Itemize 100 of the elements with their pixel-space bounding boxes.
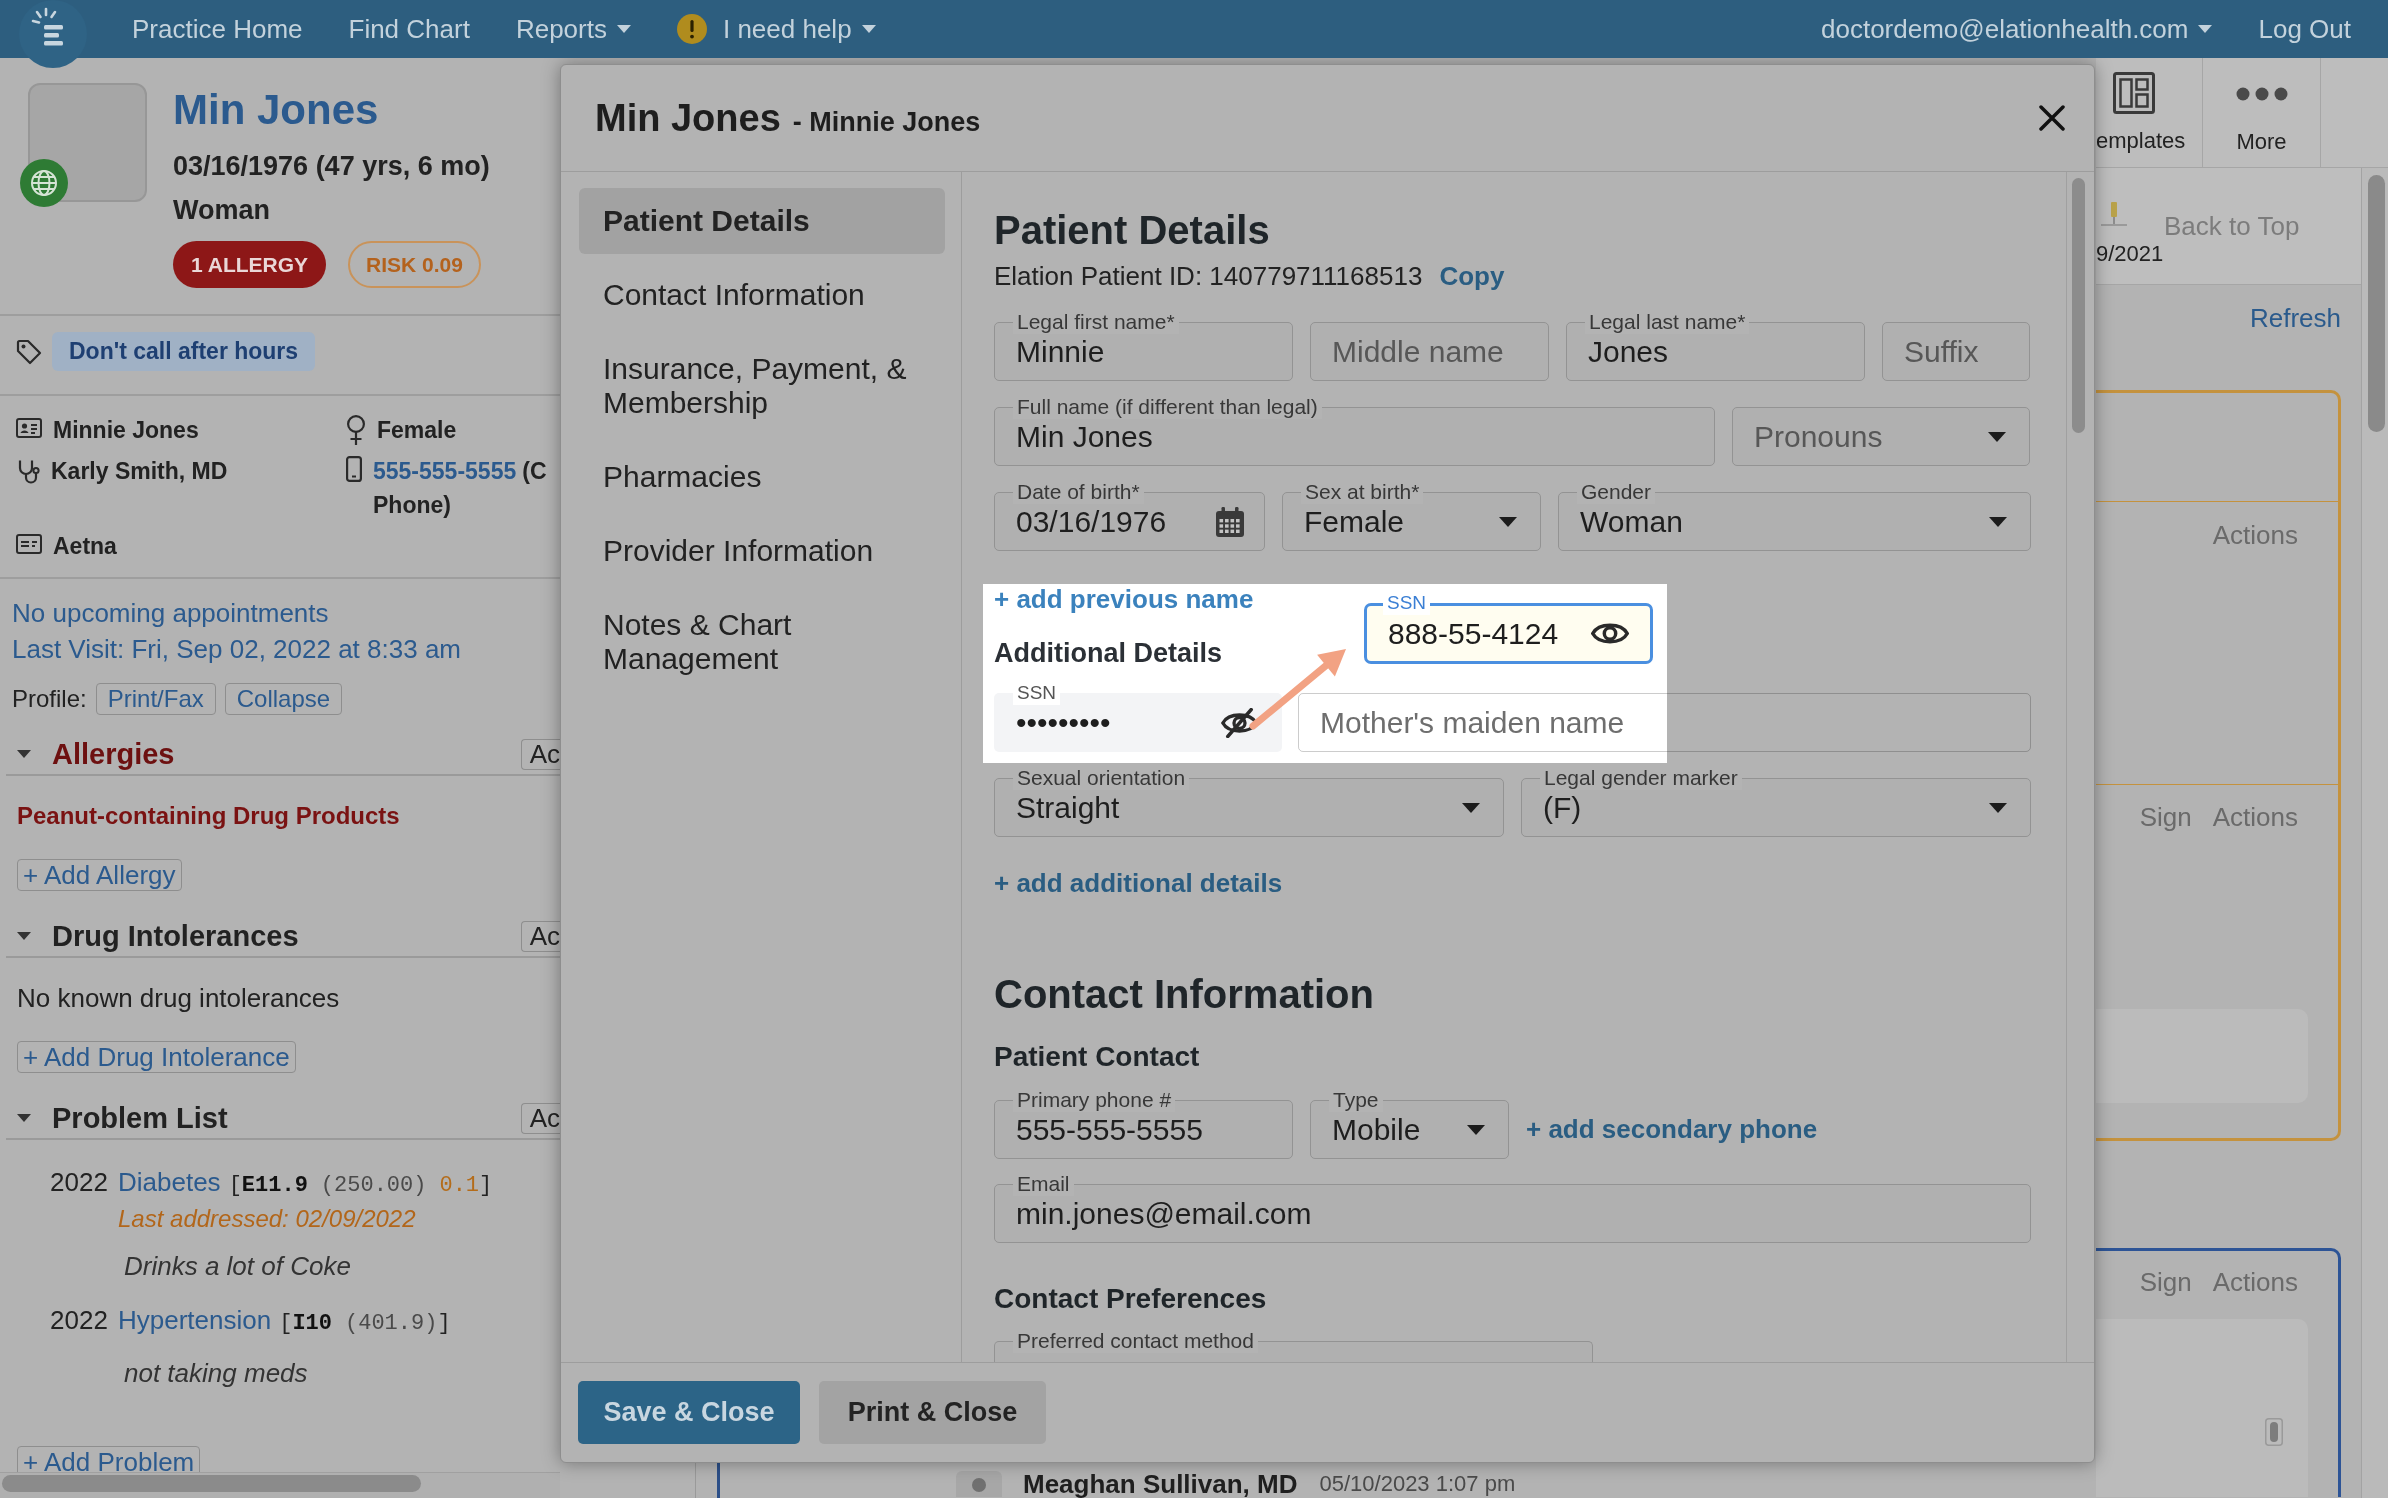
add-button[interactable]: + Add Allergy bbox=[17, 859, 182, 891]
card-action-link[interactable]: Actions bbox=[2212, 517, 2298, 553]
vertical-scrollbar[interactable] bbox=[2361, 168, 2388, 1498]
card-action-link[interactable]: Actions bbox=[2212, 799, 2298, 835]
dropdown-field[interactable]: Sex at birth* Female bbox=[1282, 480, 1541, 551]
account-menu[interactable]: doctordemo@elationhealth.com bbox=[1821, 13, 2213, 45]
layout-icon bbox=[2113, 71, 2155, 114]
phone-type-text: Phone) bbox=[373, 491, 452, 520]
card-action-link[interactable]: Actions bbox=[2212, 1264, 2298, 1300]
subsection-heading: Contact Preferences bbox=[994, 1282, 1267, 1316]
dialog-nav-item[interactable]: Patient Details bbox=[579, 188, 945, 254]
nav-link[interactable]: Practice Home bbox=[132, 13, 303, 45]
section-heading: Contact Information bbox=[994, 971, 1374, 1018]
caret-icon bbox=[1467, 1124, 1485, 1135]
warning-icon bbox=[676, 14, 707, 44]
last-visit-link[interactable]: Last Visit: Fri, Sep 02, 2022 at 8:33 am bbox=[12, 631, 461, 667]
dialog-nav-item[interactable]: Pharmacies bbox=[579, 444, 945, 510]
section-title: Problem List bbox=[52, 1101, 228, 1135]
profile-button[interactable]: Print/Fax bbox=[95, 683, 216, 715]
refresh-link[interactable]: Refresh bbox=[2249, 300, 2341, 336]
card-icon bbox=[16, 534, 42, 554]
birth-date-text: 03/16/1976 (47 yrs, 6 mo) bbox=[173, 150, 490, 183]
tag-icon bbox=[16, 338, 42, 365]
id-card-icon bbox=[16, 418, 42, 438]
dropdown-field[interactable]: Legal gender marker (F) bbox=[1521, 766, 2031, 837]
caret-icon bbox=[1499, 516, 1517, 527]
add-details-link[interactable]: + add additional details bbox=[994, 868, 1283, 898]
dropdown-field[interactable]: Type Mobile bbox=[1310, 1088, 1509, 1159]
logout-link[interactable]: Log Out bbox=[2258, 13, 2351, 45]
add-previous-name-link[interactable]: + add previous name bbox=[994, 584, 1254, 614]
date-field[interactable]: Date of birth* 03/16/1976 bbox=[994, 480, 1265, 551]
legal-name-text: Minnie Jones bbox=[53, 416, 199, 445]
text-field[interactable]: Primary phone # 555-555-5555 bbox=[994, 1088, 1293, 1159]
text-field[interactable]: Legal last name* Jones bbox=[1566, 310, 1865, 381]
risk-score-badge: RISK 0.09 bbox=[348, 241, 481, 288]
phone-link[interactable]: 555-555-5555 bbox=[373, 458, 517, 484]
text-field[interactable]: Full name (if different than legal) Min Jones bbox=[994, 395, 1715, 466]
female-symbol-icon bbox=[346, 415, 366, 445]
diagnosis-code: [I10 (401.9)] bbox=[279, 1310, 451, 1338]
profile-label: Profile: bbox=[12, 685, 87, 713]
save-close-button[interactable]: Save & Close bbox=[578, 1381, 800, 1444]
patient-tag: Don't call after hours bbox=[52, 332, 316, 371]
section-title: Drug Intolerances bbox=[52, 919, 299, 953]
scrollbar-thumb[interactable] bbox=[2, 1475, 421, 1492]
dropdown-field[interactable]: Sexual orientation Straight bbox=[994, 766, 1504, 837]
text-field[interactable]: Middle name bbox=[1310, 310, 1549, 381]
text-field[interactable]: Legal first name* Minnie bbox=[994, 310, 1293, 381]
calendar-icon bbox=[1215, 506, 1245, 537]
dialog-nav-item[interactable]: Notes & Chart Management bbox=[579, 592, 945, 692]
caret-icon bbox=[1988, 431, 2006, 442]
caret-icon bbox=[616, 25, 631, 33]
allergy-text: Peanut-containing Drug Products bbox=[17, 801, 400, 831]
scrollbar-thumb[interactable] bbox=[2368, 175, 2385, 432]
author-name: Meaghan Sullivan, MD bbox=[1023, 1471, 1298, 1497]
last-addressed-text: Last addressed: 02/09/2022 bbox=[118, 1204, 416, 1234]
sex-text: Female bbox=[377, 416, 457, 445]
problem-link[interactable]: Diabetes bbox=[118, 1164, 221, 1200]
dropdown-field[interactable]: Pronouns bbox=[1732, 395, 2030, 466]
stethoscope-icon bbox=[16, 459, 40, 485]
appointments-link[interactable]: No upcoming appointments bbox=[12, 595, 329, 631]
problem-note: Drinks a lot of Coke bbox=[124, 1250, 351, 1283]
nav-link[interactable]: I need help bbox=[676, 13, 876, 45]
dropdown-field[interactable]: Gender Woman bbox=[1558, 480, 2031, 551]
problem-note: not taking meds bbox=[124, 1357, 308, 1390]
card-action-link[interactable]: Sign bbox=[2139, 1264, 2192, 1300]
globe-icon bbox=[20, 159, 68, 207]
card-action-link[interactable]: Sign bbox=[2139, 799, 2192, 835]
ssn-field[interactable]: SSN 888-55-4124 bbox=[1364, 591, 1653, 664]
dialog-nav-item[interactable]: Provider Information bbox=[579, 518, 945, 584]
close-icon bbox=[2039, 105, 2065, 131]
text-field[interactable]: Mother's maiden name bbox=[1298, 681, 2031, 752]
dialog-nav-item[interactable]: Insurance, Payment, & Membership bbox=[579, 336, 945, 436]
nav-link[interactable]: Reports bbox=[515, 13, 631, 45]
diagnosis-code: [E11.9 (250.00) 0.1] bbox=[228, 1172, 493, 1200]
profile-button[interactable]: Collapse bbox=[224, 683, 343, 715]
scrollbar-thumb[interactable] bbox=[2072, 178, 2085, 433]
print-close-button[interactable]: Print & Close bbox=[819, 1381, 1046, 1444]
text-field[interactable]: Preferred contact method bbox=[994, 1329, 1593, 1362]
phone-type-text: (C bbox=[522, 458, 547, 484]
nav-link[interactable]: Find Chart bbox=[348, 13, 470, 45]
avatar-icon bbox=[956, 1471, 1002, 1497]
dialog-nav-item[interactable]: Contact Information bbox=[579, 262, 945, 328]
empty-state-text: No known drug intolerances bbox=[17, 982, 340, 1015]
mobile-phone-icon bbox=[346, 456, 362, 482]
add-phone-link[interactable]: + add secondary phone bbox=[1526, 1114, 1818, 1144]
problem-year: 2022 bbox=[50, 1166, 109, 1199]
text-field[interactable]: Suffix bbox=[1882, 310, 2030, 381]
scroll-handle-icon bbox=[2265, 1418, 2283, 1446]
text-field[interactable]: Email min.jones@email.com bbox=[994, 1172, 2031, 1243]
ssn-field[interactable]: SSN ••••••••• bbox=[994, 681, 1282, 752]
problem-link[interactable]: Hypertension bbox=[118, 1302, 272, 1338]
problem-year: 2022 bbox=[50, 1304, 109, 1337]
caret-icon bbox=[861, 25, 876, 33]
toolbar-button[interactable]: More bbox=[2203, 58, 2321, 167]
toolbar-button[interactable]: emplates bbox=[2096, 58, 2203, 167]
copy-link[interactable]: Copy bbox=[1439, 261, 1505, 292]
add-button[interactable]: + Add Drug Intolerance bbox=[17, 1041, 296, 1073]
insurance-text: Aetna bbox=[53, 532, 117, 561]
provider-text: Karly Smith, MD bbox=[51, 457, 228, 486]
caret-icon bbox=[2198, 25, 2213, 33]
